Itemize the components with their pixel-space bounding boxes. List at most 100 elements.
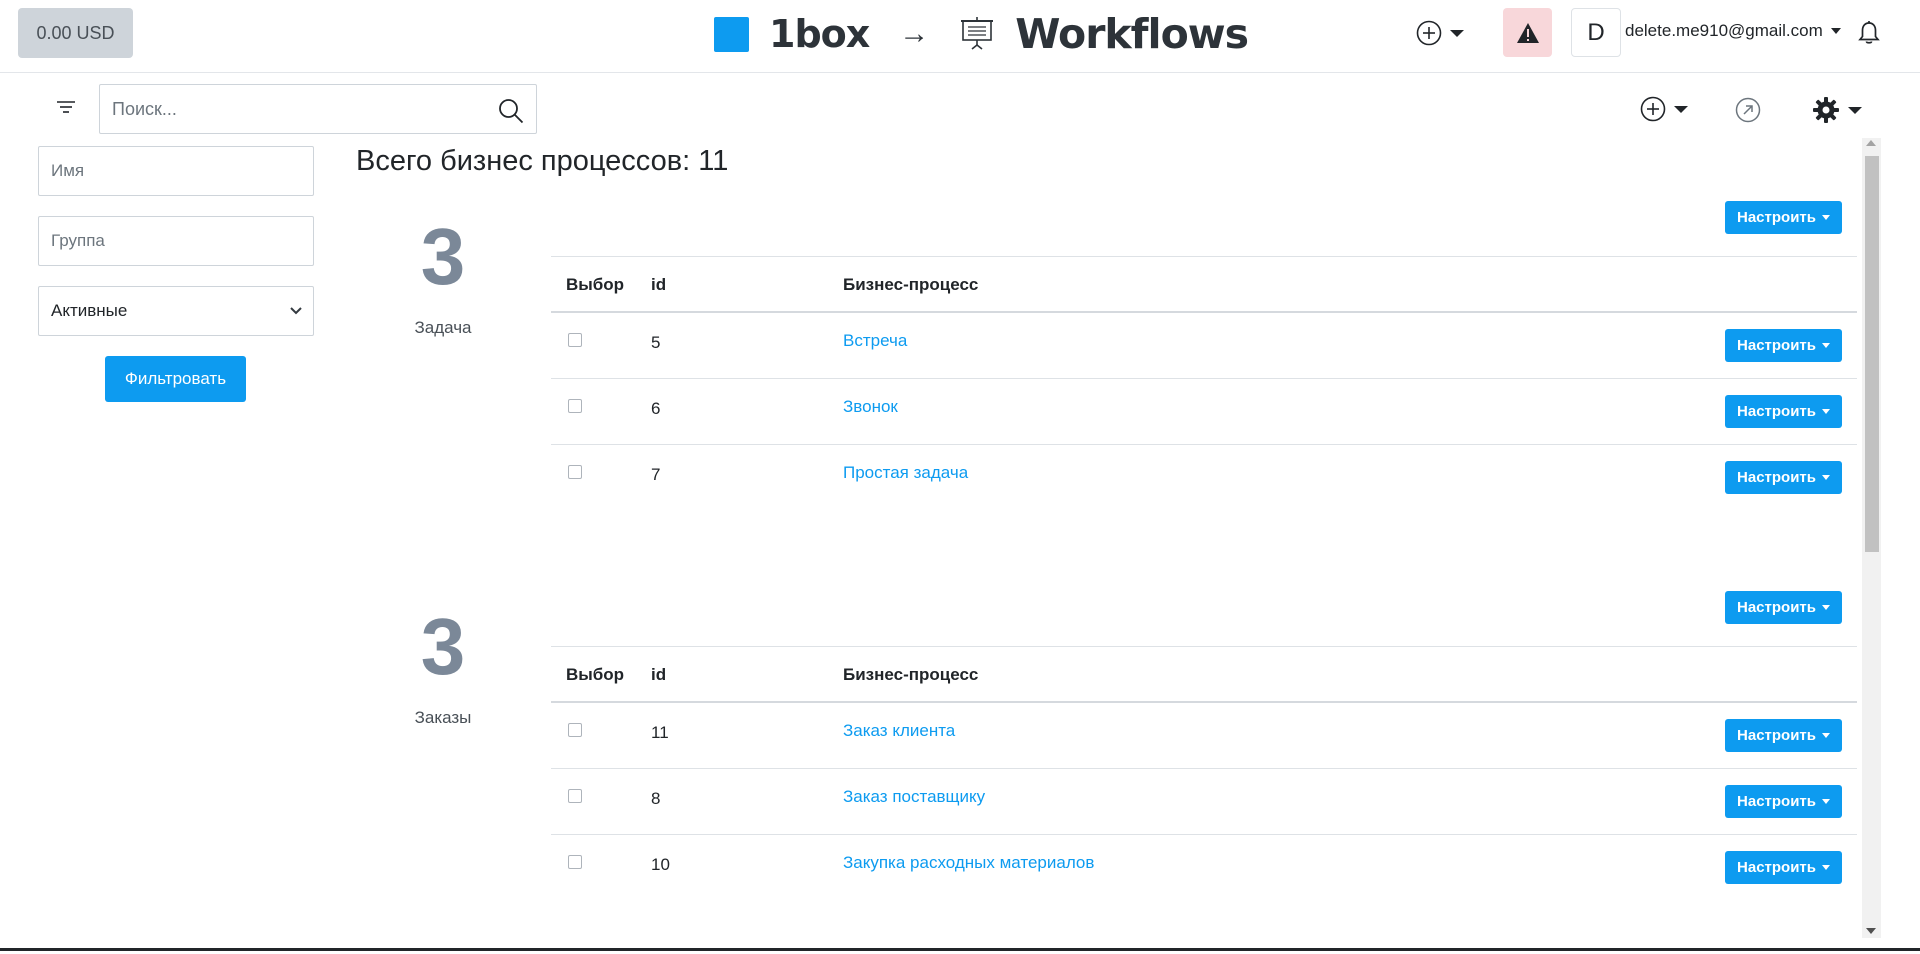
brand[interactable]: 1box → Workflows [714,6,1249,62]
table-row: 10 Закупка расходных материалов Настроит… [551,835,1857,901]
configure-label: Настроить [1737,793,1816,810]
column-header-process: Бизнес-процесс [843,665,979,684]
process-link[interactable]: Встреча [843,331,907,351]
row-id: 7 [651,465,661,484]
chevron-down-icon [1821,605,1830,610]
chevron-down-icon [1848,106,1862,114]
table-row: 7 Простая задача Настроить [551,445,1857,511]
search-input[interactable] [100,98,470,120]
row-id: 8 [651,789,661,808]
settings-dropdown[interactable] [1812,96,1862,124]
row-checkbox[interactable] [568,399,582,413]
row-checkbox[interactable] [568,723,582,737]
chevron-down-icon [290,307,302,315]
filter-lines-icon [57,101,75,113]
chevron-down-icon [1822,409,1830,414]
column-header-select: Выбор [566,275,625,294]
process-link[interactable]: Заказ поставщику [843,787,985,807]
configure-group-button[interactable]: Настроить [1725,591,1842,624]
chevron-down-icon [1822,475,1830,480]
configure-row-button[interactable]: Настроить [1725,719,1842,752]
avatar[interactable]: D [1571,8,1621,57]
user-menu[interactable]: delete.me910@gmail.com [1625,21,1841,41]
group-count: 3 [420,602,466,691]
add-process-dropdown[interactable] [1640,96,1688,122]
row-checkbox[interactable] [568,855,582,869]
configure-row-button[interactable]: Настроить [1725,785,1842,818]
row-checkbox[interactable] [568,465,582,479]
group-filter-input[interactable] [51,231,301,251]
external-link-circle-icon [1735,97,1761,123]
brand-name: 1box [769,12,870,56]
process-table: Выбор id Бизнес-процесс 5 Встреча Настро… [551,256,1857,511]
group-name: Задача [414,318,472,337]
warning-button[interactable] [1503,8,1552,57]
process-link[interactable]: Звонок [843,397,898,417]
configure-label: Настроить [1737,403,1816,420]
open-external-button[interactable] [1735,97,1761,128]
arrow-right-icon: → [899,17,930,50]
notifications-button[interactable] [1858,20,1880,51]
group-filter-field [38,216,314,266]
status-select[interactable]: Активные [38,286,314,336]
configure-label: Настроить [1737,209,1816,226]
app-name: Workflows [1015,10,1249,58]
table-header: Выбор id Бизнес-процесс [551,256,1857,313]
scrollbar-thumb[interactable] [1865,156,1879,552]
window-bottom-border [0,948,1920,951]
brand-logo-icon [714,16,749,52]
name-filter-field [38,146,314,196]
top-header: 0.00 USD 1box → Workflows D delete.me910… [0,0,1920,73]
process-link[interactable]: Простая задача [843,463,968,483]
search-icon[interactable] [498,98,524,124]
table-row: 11 Заказ клиента Настроить [551,703,1857,769]
configure-row-button[interactable]: Настроить [1725,395,1842,428]
scroll-up-icon[interactable] [1866,140,1876,146]
column-header-id: id [651,275,667,294]
configure-label: Настроить [1737,337,1816,354]
bell-icon [1858,21,1880,44]
group-name: Заказы [414,708,472,727]
filter-button[interactable]: Фильтровать [105,356,246,402]
page-title: Всего бизнес процессов: 11 [356,145,729,177]
filter-toggle-button[interactable] [56,100,76,119]
chevron-down-icon [1822,733,1830,738]
configure-label: Настроить [1737,469,1816,486]
row-checkbox[interactable] [568,789,582,803]
configure-label: Настроить [1737,727,1816,744]
table-row: 8 Заказ поставщику Настроить [551,769,1857,835]
group-count: 3 [420,212,466,301]
create-dropdown[interactable] [1416,20,1464,46]
status-select-value: Активные [51,301,128,320]
row-id: 5 [651,333,661,352]
row-id: 6 [651,399,661,418]
gear-icon [1813,97,1839,123]
configure-row-button[interactable]: Настроить [1725,329,1842,362]
process-link[interactable]: Заказ клиента [843,721,955,741]
name-filter-input[interactable] [51,161,301,181]
row-checkbox[interactable] [568,333,582,347]
configure-group-button[interactable]: Настроить [1725,201,1842,234]
chevron-down-icon [1822,799,1830,804]
warning-icon [1516,22,1539,43]
process-link[interactable]: Закупка расходных материалов [843,853,1094,873]
chevron-down-icon [1450,29,1464,37]
column-header-process: Бизнес-процесс [843,275,979,294]
configure-row-button[interactable]: Настроить [1725,461,1842,494]
balance-button[interactable]: 0.00 USD [18,8,133,58]
column-header-id: id [651,665,667,684]
plus-circle-icon [1640,96,1666,122]
chevron-down-icon [1822,865,1830,870]
scroll-down-icon[interactable] [1866,928,1876,934]
search-box [99,84,537,134]
plus-circle-icon [1416,20,1442,46]
row-id: 10 [651,855,670,874]
column-header-select: Выбор [566,665,625,684]
table-row: 5 Встреча Настроить [551,313,1857,379]
table-row: 6 Звонок Настроить [551,379,1857,445]
configure-row-button[interactable]: Настроить [1725,851,1842,884]
user-email: delete.me910@gmail.com [1625,21,1823,40]
chevron-down-icon [1822,343,1830,348]
row-id: 11 [651,723,669,742]
chevron-down-icon [1674,105,1688,113]
